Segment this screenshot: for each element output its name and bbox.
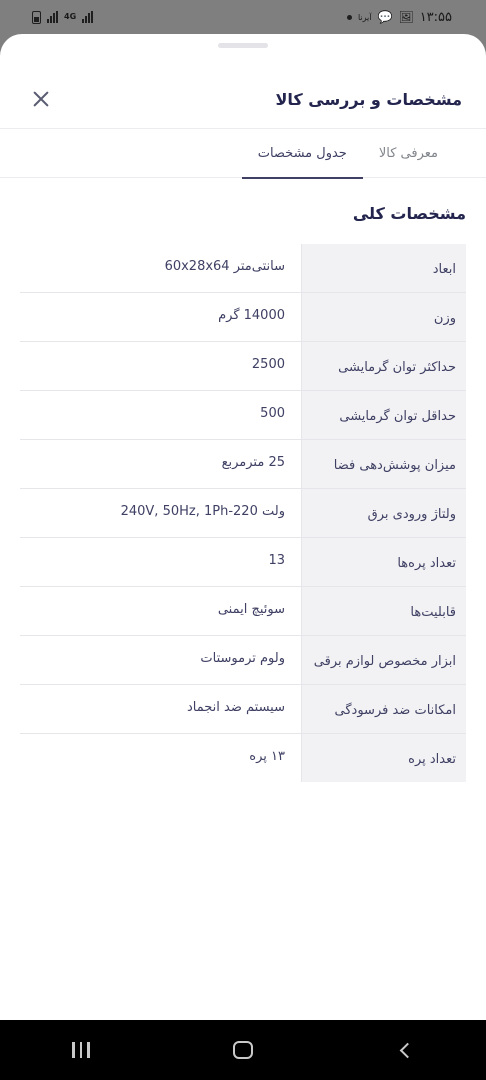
spec-key: ابعاد [302, 244, 466, 292]
gallery-icon: 🖼 [398, 10, 414, 24]
spec-value: سیستم ضد انجماد [20, 685, 302, 733]
sheet-drag-handle[interactable] [218, 43, 268, 48]
spec-value: سوئیچ ایمنی [20, 587, 302, 635]
spec-row: حداکثر توان گرمایشی 2500 [20, 342, 466, 391]
spec-key: حداقل توان گرمایشی [302, 391, 466, 439]
spec-key: وزن [302, 293, 466, 341]
close-icon[interactable] [28, 86, 54, 112]
spec-row: میزان پوشش‌دهی فضا 25 مترمربع [20, 440, 466, 489]
spec-key: میزان پوشش‌دهی فضا [302, 440, 466, 488]
status-right: آیرنا 💬 🖼 ۱۳:۵۵ [346, 9, 452, 25]
sheet-title: مشخصات و بررسی کالا [275, 89, 462, 109]
spec-key: تعداد پره‌ها [302, 538, 466, 586]
spec-row: تعداد پره ۱۳ پره [20, 734, 466, 782]
status-time: ۱۳:۵۵ [419, 9, 452, 25]
network-type-label: 4G [64, 12, 77, 21]
status-small-label: آیرنا [357, 12, 372, 22]
status-left: 4G [32, 10, 94, 24]
spec-value: ولوم ترموستات [20, 636, 302, 684]
tab-label: معرفی کالا [378, 146, 438, 161]
battery-icon [32, 10, 41, 24]
spec-row: ولتاژ ورودی برق ولت 220-240V, 50Hz, 1Ph [20, 489, 466, 538]
spec-value: 14000 گرم [20, 293, 302, 341]
spec-row: ابعاد سانتی‌متر 60x28x64 [20, 244, 466, 293]
signal-icon-2 [82, 11, 94, 23]
status-bar: 4G آیرنا 💬 🖼 ۱۳:۵۵ [0, 0, 486, 34]
tab-spec-table[interactable]: جدول مشخصات [241, 129, 363, 179]
spec-row: حداقل توان گرمایشی 500 [20, 391, 466, 440]
tab-product-intro[interactable]: معرفی کالا [363, 129, 454, 178]
spec-table: ابعاد سانتی‌متر 60x28x64 وزن 14000 گرم ح… [20, 244, 466, 782]
home-icon[interactable] [213, 1020, 273, 1080]
spec-key: امکانات ضد فرسودگی [302, 685, 466, 733]
chat-icon: 💬 [377, 10, 393, 24]
back-icon[interactable] [375, 1020, 435, 1080]
spec-value: 2500 [20, 342, 302, 390]
spec-key: حداکثر توان گرمایشی [302, 342, 466, 390]
spec-row: وزن 14000 گرم [20, 293, 466, 342]
spec-key: ابزار مخصوص لوازم برقی [302, 636, 466, 684]
notification-dot-icon [346, 14, 352, 20]
spec-value: 500 [20, 391, 302, 439]
tab-bar: معرفی کالا جدول مشخصات [0, 128, 486, 179]
system-nav-bar [0, 1020, 486, 1080]
spec-value: 25 مترمربع [20, 440, 302, 488]
bottom-sheet: مشخصات و بررسی کالا معرفی کالا جدول مشخص… [0, 34, 486, 1020]
spec-key: ولتاژ ورودی برق [302, 489, 466, 537]
spec-row: امکانات ضد فرسودگی سیستم ضد انجماد [20, 685, 466, 734]
spec-key: قابلیت‌ها [302, 587, 466, 635]
recent-apps-icon[interactable] [51, 1020, 111, 1080]
spec-row: قابلیت‌ها سوئیچ ایمنی [20, 587, 466, 636]
spec-value: ولت 220-240V, 50Hz, 1Ph [20, 489, 302, 537]
spec-row: تعداد پره‌ها 13 [20, 538, 466, 587]
spec-value: 13 [20, 538, 302, 586]
signal-icon [47, 11, 58, 23]
spec-row: ابزار مخصوص لوازم برقی ولوم ترموستات [20, 636, 466, 685]
sheet-header: مشخصات و بررسی کالا [0, 70, 486, 128]
section-title: مشخصات کلی [352, 204, 466, 223]
spec-key: تعداد پره [302, 734, 466, 782]
tab-label: جدول مشخصات [257, 146, 347, 161]
spec-value: سانتی‌متر 60x28x64 [20, 244, 302, 292]
spec-value: ۱۳ پره [20, 734, 302, 782]
